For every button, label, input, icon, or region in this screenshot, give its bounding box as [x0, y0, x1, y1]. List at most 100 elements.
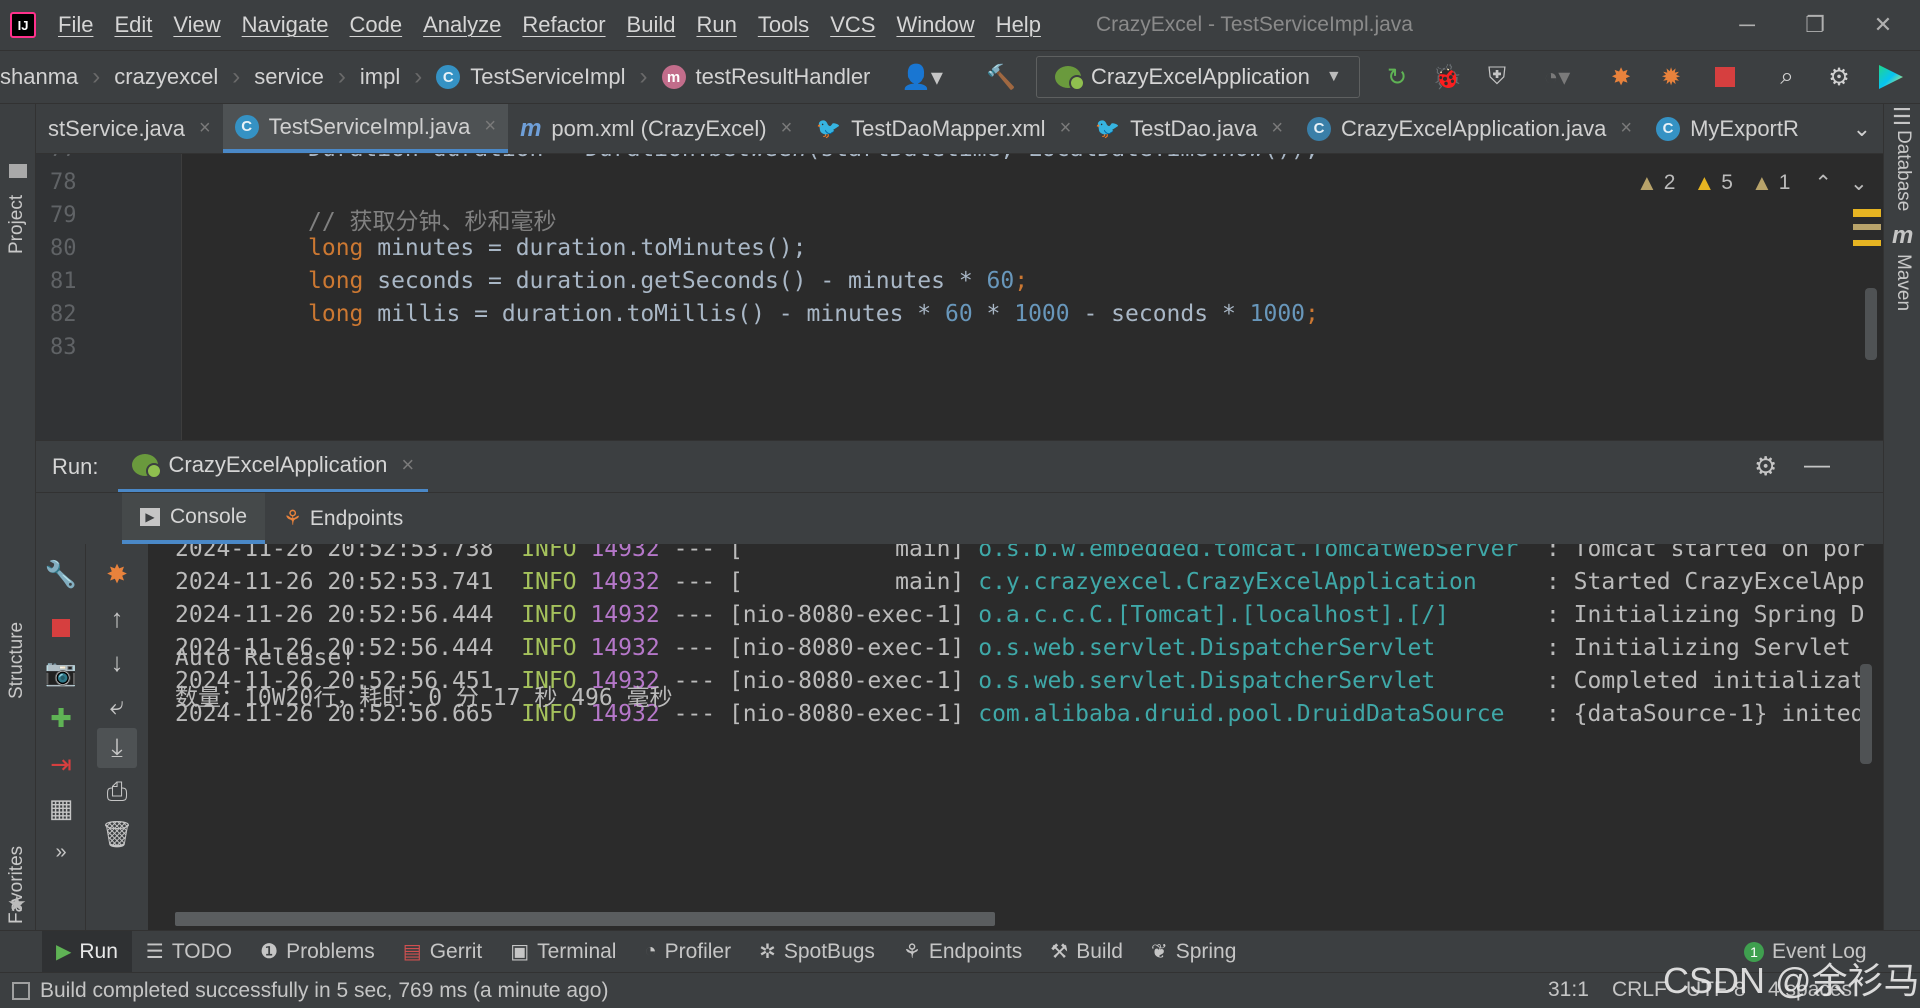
status-message[interactable]: Build completed successfully in 5 sec, 7… — [40, 979, 608, 1003]
build-hammer-icon[interactable]: 🔨 — [986, 62, 1016, 92]
breadcrumb-package-impl[interactable]: impl — [360, 64, 400, 90]
print-icon[interactable]: ⎙ — [97, 772, 137, 812]
horizontal-scrollbar[interactable] — [175, 912, 995, 926]
bottom-tab-spotbugs[interactable]: ✲ SpotBugs — [745, 931, 889, 972]
tabs-overflow-chevron-icon[interactable]: ⌄ — [1840, 104, 1883, 153]
close-icon[interactable]: × — [1271, 117, 1283, 140]
warning-stripe[interactable] — [1853, 209, 1881, 217]
menu-help[interactable]: Help — [996, 12, 1041, 38]
arrow-up-icon[interactable]: ↑ — [97, 598, 137, 638]
menu-view[interactable]: View — [173, 12, 220, 38]
breadcrumb-method[interactable]: m testResultHandler — [661, 64, 870, 90]
line-separator[interactable]: CRLF — [1612, 978, 1667, 1002]
tab-endpoints[interactable]: ⚘ Endpoints — [265, 493, 421, 544]
tab-testserviceimpl[interactable]: C TestServiceImpl.java × — [222, 104, 509, 153]
run-configuration-select[interactable]: CrazyExcelApplication ▼ — [1036, 56, 1360, 98]
menu-vcs[interactable]: VCS — [830, 12, 875, 38]
restore-button[interactable]: ❐ — [1798, 8, 1832, 42]
minimize-button[interactable]: ─ — [1730, 8, 1764, 42]
console-scrollbar[interactable] — [1860, 664, 1872, 764]
more-icon[interactable]: » — [41, 832, 81, 872]
debug-bug-icon[interactable]: 🐞 — [1432, 62, 1462, 92]
wrench-icon[interactable]: 🔧 — [41, 554, 81, 594]
soft-wrap-icon[interactable]: ⤶ — [97, 686, 137, 726]
endpoints-icon[interactable]: ✸ — [97, 554, 137, 594]
menu-file[interactable]: File — [58, 12, 93, 38]
stop-icon[interactable] — [1710, 62, 1740, 92]
close-icon[interactable]: × — [1060, 117, 1072, 140]
inspection-widget[interactable]: ▲ 2 ▲ 5 ▲ 1 ⌃ ⌄ — [1636, 170, 1868, 196]
close-window-button[interactable]: ✕ — [1866, 8, 1900, 42]
tab-crazyexcelapplication[interactable]: C CrazyExcelApplication.java × — [1295, 104, 1644, 153]
bottom-tab-endpoints[interactable]: ⚘ Endpoints — [889, 931, 1036, 972]
warning-stripe[interactable] — [1853, 240, 1881, 246]
debug-hotswap-icon[interactable]: ✹ — [1656, 62, 1686, 92]
console-output[interactable]: 2024-11-26 20:52:53.738 INFO 14932 --- [… — [148, 544, 1883, 930]
bottom-tab-terminal[interactable]: ▣ Terminal — [496, 931, 630, 972]
search-icon[interactable]: ⌕ — [1772, 62, 1802, 92]
breadcrumb-class[interactable]: C TestServiceImpl — [436, 64, 626, 90]
bottom-tab-problems[interactable]: ❶ Problems — [246, 931, 389, 972]
coverage-icon[interactable]: ⛨ — [1482, 62, 1512, 92]
chevron-up-icon[interactable]: ⌃ — [1814, 171, 1832, 196]
profiler-run-icon[interactable]: ◔▾ — [1532, 62, 1582, 92]
editor-scrollbar[interactable] — [1865, 288, 1877, 360]
close-icon[interactable]: × — [781, 117, 793, 140]
menu-edit[interactable]: Edit — [114, 12, 152, 38]
warning-count: 5 — [1721, 171, 1733, 194]
menu-build[interactable]: Build — [627, 12, 676, 38]
rerun-icon[interactable]: ↻ — [1382, 62, 1412, 92]
breadcrumb-project[interactable]: shanma — [0, 64, 78, 90]
close-icon[interactable]: × — [199, 117, 211, 140]
run-tab-crazyexcelapplication[interactable]: CrazyExcelApplication × — [118, 441, 429, 493]
structure-panel-tab[interactable]: Structure — [6, 622, 28, 699]
tab-testdaomapper-xml[interactable]: 🐦 TestDaoMapper.xml × — [804, 104, 1083, 153]
scroll-to-end-icon[interactable]: ⤓ — [97, 728, 137, 768]
gear-icon[interactable]: ⚙ — [1754, 451, 1777, 482]
close-icon[interactable]: × — [1620, 117, 1632, 140]
code-editor[interactable]: 77 78 79 80 81 82 83 Duration duration =… — [36, 154, 1883, 440]
trash-icon[interactable]: 🗑 — [97, 814, 137, 854]
close-icon[interactable]: × — [401, 452, 414, 478]
menu-tools[interactable]: Tools — [758, 12, 809, 38]
restore-layout-icon[interactable]: ✚ — [41, 698, 81, 738]
warning-stripe[interactable] — [1853, 224, 1881, 230]
camera-icon[interactable]: 📷 — [41, 652, 81, 692]
chevron-down-icon[interactable]: ⌄ — [1850, 171, 1868, 196]
menu-run[interactable]: Run — [696, 12, 736, 38]
close-icon[interactable]: × — [484, 115, 496, 138]
bottom-tab-profiler[interactable]: ◔ Profiler — [630, 931, 745, 972]
hide-panel-icon[interactable]: — — [1804, 449, 1830, 480]
menu-navigate[interactable]: Navigate — [242, 12, 329, 38]
database-panel-tab[interactable]: Database — [1892, 130, 1914, 211]
stop-icon[interactable] — [41, 608, 81, 648]
tab-testservice[interactable]: stService.java × — [36, 104, 223, 153]
gear-icon[interactable]: ⚙ — [1824, 62, 1854, 92]
tab-myexport[interactable]: C MyExportR — [1644, 104, 1811, 153]
jetbrains-toolbox-icon[interactable] — [1876, 62, 1906, 92]
hotswap-icon[interactable]: ✸ — [1606, 62, 1636, 92]
tab-pom-xml[interactable]: m pom.xml (CrazyExcel) × — [508, 104, 804, 153]
menu-window[interactable]: Window — [896, 12, 974, 38]
menu-analyze[interactable]: Analyze — [423, 12, 501, 38]
bottom-tab-spring[interactable]: ❦ Spring — [1137, 931, 1250, 972]
bottom-tab-run[interactable]: ▶ Run — [42, 931, 132, 972]
caret-position[interactable]: 31:1 — [1548, 978, 1589, 1002]
bottom-tab-gerrit[interactable]: ▤ Gerrit — [389, 931, 496, 972]
bottom-tab-todo[interactable]: ☰ TODO — [132, 931, 246, 972]
project-panel-tab[interactable]: Project — [6, 195, 28, 254]
exit-icon[interactable]: ⇥ — [41, 744, 81, 784]
menu-refactor[interactable]: Refactor — [522, 12, 605, 38]
tab-testdao[interactable]: 🐦 TestDao.java × — [1083, 104, 1295, 153]
menu-code[interactable]: Code — [350, 12, 403, 38]
bottom-tab-build[interactable]: ⚒ Build — [1036, 931, 1137, 972]
console-log-line: 2024-11-26 20:52:56.444 INFO 14932 --- [… — [175, 602, 1864, 628]
breadcrumb-module[interactable]: crazyexcel — [114, 64, 218, 90]
maven-panel-tab[interactable]: Maven — [1892, 254, 1914, 311]
tab-console[interactable]: ▶ Console — [122, 493, 266, 544]
layout-icon[interactable]: ▦ — [41, 788, 81, 828]
toggle-tool-windows-icon[interactable] — [12, 981, 30, 1000]
breadcrumb-package-service[interactable]: service — [254, 64, 324, 90]
arrow-down-icon[interactable]: ↓ — [97, 642, 137, 682]
user-account-icon[interactable]: 👤▾ — [900, 62, 944, 92]
